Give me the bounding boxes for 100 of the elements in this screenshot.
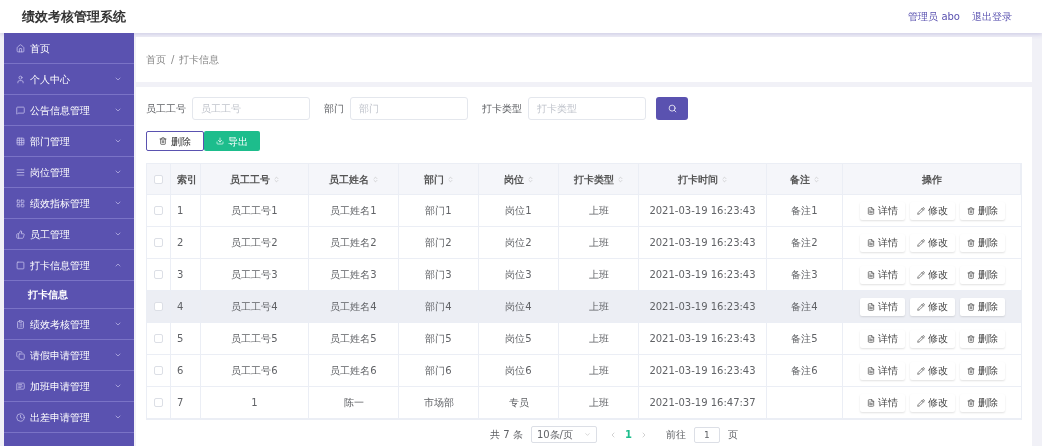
row-action-button[interactable]: 删除 [959,265,1005,284]
chevron-down-icon [114,413,122,421]
column-header[interactable]: 打卡类型 [573,171,614,187]
pencil-icon [916,270,925,279]
table-cell-text: 上班 [588,204,609,218]
chevron-down-icon [114,199,122,207]
table-cell-text: 2021-03-19 16:47:37 [649,396,756,410]
table-cell-text: 岗位1 [505,204,532,218]
sidebar-item[interactable]: 员工管理 [4,219,134,250]
chevron-down-icon [114,351,122,359]
sidebar-item[interactable]: 个人中心 [4,64,134,95]
sort-icon[interactable] [526,175,534,183]
sidebar-item[interactable]: 请假申请管理 [4,340,134,371]
column-header[interactable]: 部门 [423,171,444,187]
checkbox[interactable] [154,366,163,375]
sort-icon[interactable] [720,175,728,183]
sort-icon[interactable] [616,175,624,183]
document-icon [866,334,875,343]
page-size-select[interactable]: 10条/页 [530,426,597,443]
row-action-button[interactable]: 修改 [909,201,955,220]
table-cell-text: 上班 [588,236,609,250]
sidebar-item[interactable]: 岗位管理 [4,157,134,188]
checkbox[interactable] [154,270,163,279]
clock-icon [16,412,25,422]
row-action-button[interactable]: 修改 [909,297,955,316]
row-action-button[interactable]: 详情 [859,297,905,316]
trash-icon [966,366,975,375]
trash-icon [966,238,975,247]
table-cell-text: 部门4 [425,300,452,314]
checkbox[interactable] [154,238,163,247]
goto-page-field[interactable]: 1 [693,426,720,443]
row-action-button[interactable]: 详情 [859,265,905,284]
row-action-button[interactable]: 修改 [909,361,955,380]
sidebar-item[interactable]: 首页 [4,33,134,64]
sidebar-item[interactable]: 加班申请管理 [4,371,134,402]
row-action-button[interactable]: 详情 [859,233,905,252]
row-action-button[interactable]: 删除 [959,361,1005,380]
checkbox[interactable] [154,206,163,215]
admin-name: 管理员 abo [908,10,960,24]
pencil-icon [916,366,925,375]
checkbox[interactable] [154,302,163,311]
row-action-button[interactable]: 详情 [859,393,905,412]
row-action-button[interactable]: 删除 [959,329,1005,348]
chat-icon [16,105,25,115]
column-header[interactable]: 打卡时间 [677,171,718,187]
sidebar-subitem[interactable]: 打卡信息 [4,281,134,309]
sort-icon[interactable] [446,175,454,183]
breadcrumb-item[interactable]: 首页 [146,52,166,67]
thumbs-up-icon [16,229,25,239]
row-action-button[interactable]: 修改 [909,329,955,348]
breadcrumb-item: / [171,53,175,67]
row-action-button[interactable]: 详情 [859,201,905,220]
table-cell-text: 员工姓名1 [330,204,377,218]
table-cell-text: 员工姓名3 [330,268,377,282]
row-action-button[interactable]: 删除 [959,201,1005,220]
table-cell-text: 专员 [508,396,529,410]
chat-icon [16,381,25,391]
sort-icon[interactable] [371,175,379,183]
sidebar-item[interactable]: 公告信息管理 [4,95,134,126]
table-cell-text: 备注4 [791,300,818,314]
row-action-button[interactable]: 删除 [959,233,1005,252]
row-action-button[interactable]: 修改 [909,265,955,284]
logout-link[interactable]: 退出登录 [972,9,1012,24]
trash-icon [966,302,975,311]
column-header[interactable]: 员工工号 [229,171,270,187]
row-action-button[interactable]: 详情 [859,361,905,380]
table-cell-text: 上班 [588,396,609,410]
sidebar-item[interactable]: 打卡信息管理 [4,250,134,281]
table-cell-text: 岗位6 [505,364,532,378]
delete-button[interactable]: 删除 [146,131,204,151]
checkbox[interactable] [154,334,163,343]
column-header[interactable]: 员工姓名 [328,171,369,187]
checkbox[interactable] [154,398,163,407]
search-button[interactable] [656,97,688,120]
row-action-button[interactable]: 修改 [909,233,955,252]
sort-icon[interactable] [272,175,280,183]
document-icon [866,238,875,247]
sort-icon[interactable] [812,175,820,183]
list-icon [16,167,25,177]
row-action-button[interactable]: 删除 [959,393,1005,412]
grid-icon [16,136,25,146]
row-action-button[interactable]: 详情 [859,329,905,348]
column-header[interactable]: 备注 [789,171,810,187]
sidebar-item[interactable]: 部门管理 [4,126,134,157]
table-cell-text: 备注2 [791,236,818,250]
checkbox[interactable] [154,174,163,184]
chevron-down-icon [114,137,122,145]
table-cell-text: 上班 [588,332,609,346]
sidebar-item[interactable]: 绩效指标管理 [4,188,134,219]
table-cell-text: 部门5 [425,332,452,346]
column-header[interactable]: 岗位 [503,171,524,187]
row-action-button[interactable]: 修改 [909,393,955,412]
breadcrumb-item: 打卡信息 [179,53,220,67]
trash-icon [966,398,975,407]
search-icon [667,104,677,113]
sidebar-item[interactable]: 出差申请管理 [4,402,134,433]
table-cell-text: 2021-03-19 16:23:43 [649,204,756,218]
sidebar-item[interactable]: 绩效考核管理 [4,309,134,340]
row-action-button[interactable]: 删除 [959,297,1005,316]
table-cell-text: 员工工号3 [231,268,278,282]
